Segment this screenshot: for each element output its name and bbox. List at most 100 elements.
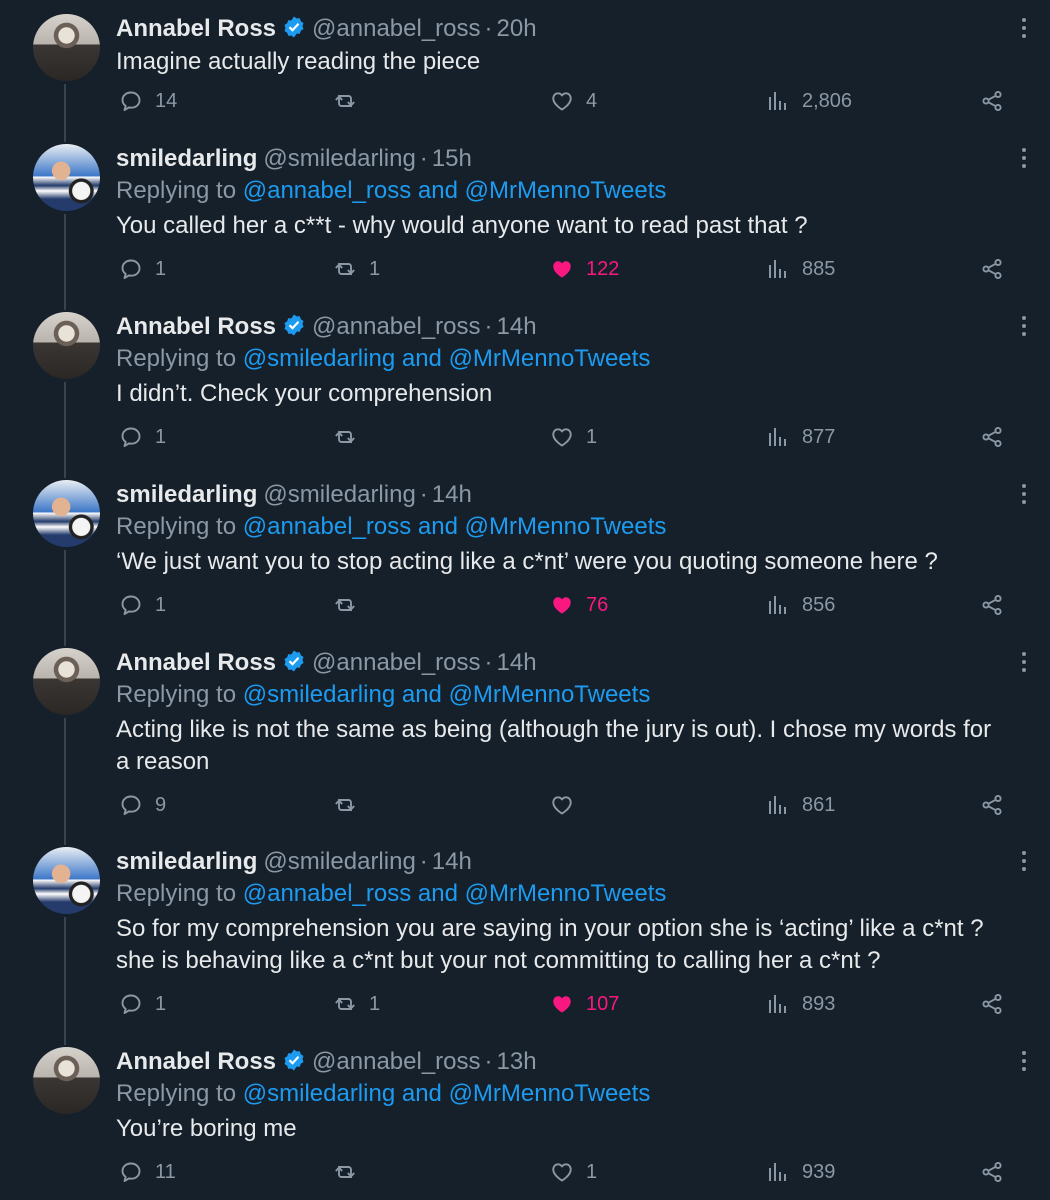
tweet-actions: 1 76 856 xyxy=(0,588,1050,622)
share-button[interactable] xyxy=(980,84,1004,118)
display-name[interactable]: Annabel Ross xyxy=(116,313,276,340)
verified-badge-icon xyxy=(282,313,306,345)
share-button[interactable] xyxy=(980,420,1004,454)
mention-link[interactable]: @MrMennoTweets xyxy=(465,880,667,907)
share-button[interactable] xyxy=(980,1155,1004,1189)
like-button[interactable]: 122 xyxy=(550,252,619,286)
more-icon[interactable] xyxy=(1022,316,1026,340)
views-icon xyxy=(769,260,786,278)
like-button[interactable]: 4 xyxy=(550,84,597,118)
handle[interactable]: @annabel_ross xyxy=(312,313,480,340)
retweet-icon xyxy=(335,1166,355,1178)
more-icon[interactable] xyxy=(1022,851,1026,875)
views-button[interactable]: 885 xyxy=(766,252,835,286)
tweet-header: Annabel Ross @annabel_ross · 14h xyxy=(116,648,1020,678)
more-icon[interactable] xyxy=(1022,652,1026,676)
timestamp[interactable]: 14h xyxy=(432,848,472,875)
reply-button[interactable]: 1 xyxy=(119,987,166,1021)
display-name[interactable]: Annabel Ross xyxy=(116,649,276,676)
mention-link[interactable]: @smiledarling xyxy=(243,345,395,372)
mention-link[interactable]: @annabel_ross xyxy=(243,880,411,907)
timestamp[interactable]: 13h xyxy=(497,1048,537,1075)
retweet-button[interactable]: 1 xyxy=(333,987,380,1021)
like-button[interactable]: 76 xyxy=(550,588,608,622)
replying-to-label: Replying to xyxy=(116,1080,237,1107)
display-name[interactable]: Annabel Ross xyxy=(116,1048,276,1075)
tweet-actions: 1 1 877 xyxy=(0,420,1050,454)
retweet-icon xyxy=(335,799,355,811)
handle[interactable]: @smiledarling xyxy=(263,145,415,172)
share-button[interactable] xyxy=(980,252,1004,286)
avatar[interactable] xyxy=(33,648,100,715)
avatar[interactable] xyxy=(33,312,100,379)
views-button[interactable]: 856 xyxy=(766,588,835,622)
tweet-content: Annabel Ross @annabel_ross · 13h Replying to… xyxy=(116,1047,1020,1145)
display-name[interactable]: smiledarling xyxy=(116,848,257,875)
share-button[interactable] xyxy=(980,788,1004,822)
views-button[interactable]: 893 xyxy=(766,987,835,1021)
retweet-icon xyxy=(335,998,355,1010)
share-button[interactable] xyxy=(980,588,1004,622)
mention-link[interactable]: @MrMennoTweets xyxy=(449,345,651,372)
handle[interactable]: @annabel_ross xyxy=(312,1048,480,1075)
retweet-button[interactable] xyxy=(333,788,369,822)
avatar[interactable] xyxy=(33,480,100,547)
more-icon[interactable] xyxy=(1022,1051,1026,1075)
views-button[interactable]: 939 xyxy=(766,1155,835,1189)
reply-button[interactable]: 1 xyxy=(119,252,166,286)
mention-link[interactable]: @MrMennoTweets xyxy=(449,1080,651,1107)
avatar[interactable] xyxy=(33,1047,100,1114)
mention-link[interactable]: @annabel_ross xyxy=(243,177,411,204)
retweet-button[interactable] xyxy=(333,84,369,118)
display-name[interactable]: smiledarling xyxy=(116,145,257,172)
more-icon[interactable] xyxy=(1022,484,1026,508)
avatar[interactable] xyxy=(33,144,100,211)
views-icon xyxy=(769,796,786,814)
like-button[interactable]: 1 xyxy=(550,1155,597,1189)
share-icon xyxy=(982,426,1002,448)
reply-button[interactable]: 1 xyxy=(119,588,166,622)
retweet-button[interactable]: 1 xyxy=(333,252,380,286)
retweet-icon xyxy=(335,431,355,443)
timestamp[interactable]: 15h xyxy=(432,145,472,172)
handle[interactable]: @smiledarling xyxy=(263,848,415,875)
display-name[interactable]: smiledarling xyxy=(116,481,257,508)
reply-button[interactable]: 9 xyxy=(119,788,166,822)
like-button[interactable]: 107 xyxy=(550,987,619,1021)
mention-link[interactable]: @annabel_ross xyxy=(243,513,411,540)
retweet-button[interactable] xyxy=(333,420,369,454)
mention-link[interactable]: @smiledarling xyxy=(243,681,395,708)
like-button[interactable] xyxy=(550,788,586,822)
display-name[interactable]: Annabel Ross xyxy=(116,15,276,42)
avatar[interactable] xyxy=(33,847,100,914)
more-icon[interactable] xyxy=(1022,148,1026,172)
reply-button[interactable]: 11 xyxy=(119,1155,176,1189)
retweet-button[interactable] xyxy=(333,588,369,622)
mention-link[interactable]: @MrMennoTweets xyxy=(449,681,651,708)
mention-link[interactable]: @MrMennoTweets xyxy=(465,513,667,540)
timestamp[interactable]: 14h xyxy=(497,649,537,676)
mention-link[interactable]: @smiledarling xyxy=(243,1080,395,1107)
reply-button[interactable]: 1 xyxy=(119,420,166,454)
reply-button[interactable]: 14 xyxy=(119,84,177,118)
views-button[interactable]: 2,806 xyxy=(766,84,852,118)
like-button[interactable]: 1 xyxy=(550,420,597,454)
handle[interactable]: @smiledarling xyxy=(263,481,415,508)
views-button[interactable]: 877 xyxy=(766,420,835,454)
tweet-actions: 1 1 122 885 xyxy=(0,252,1050,286)
timestamp[interactable]: 14h xyxy=(432,481,472,508)
timestamp[interactable]: 20h xyxy=(497,15,537,42)
more-icon[interactable] xyxy=(1022,18,1026,42)
timestamp[interactable]: 14h xyxy=(497,313,537,340)
retweet-button[interactable] xyxy=(333,1155,369,1189)
views-button[interactable]: 861 xyxy=(766,788,835,822)
handle[interactable]: @annabel_ross xyxy=(312,15,480,42)
handle[interactable]: @annabel_ross xyxy=(312,649,480,676)
mention-link[interactable]: @MrMennoTweets xyxy=(465,177,667,204)
avatar[interactable] xyxy=(33,14,100,81)
like-count: 122 xyxy=(586,257,620,280)
share-button[interactable] xyxy=(980,987,1004,1021)
replying-to: Replying to @smiledarling and @MrMennoTw… xyxy=(116,1077,1020,1111)
views-icon xyxy=(769,1163,786,1181)
tweet-header: Annabel Ross @annabel_ross · 13h xyxy=(116,1047,1020,1077)
